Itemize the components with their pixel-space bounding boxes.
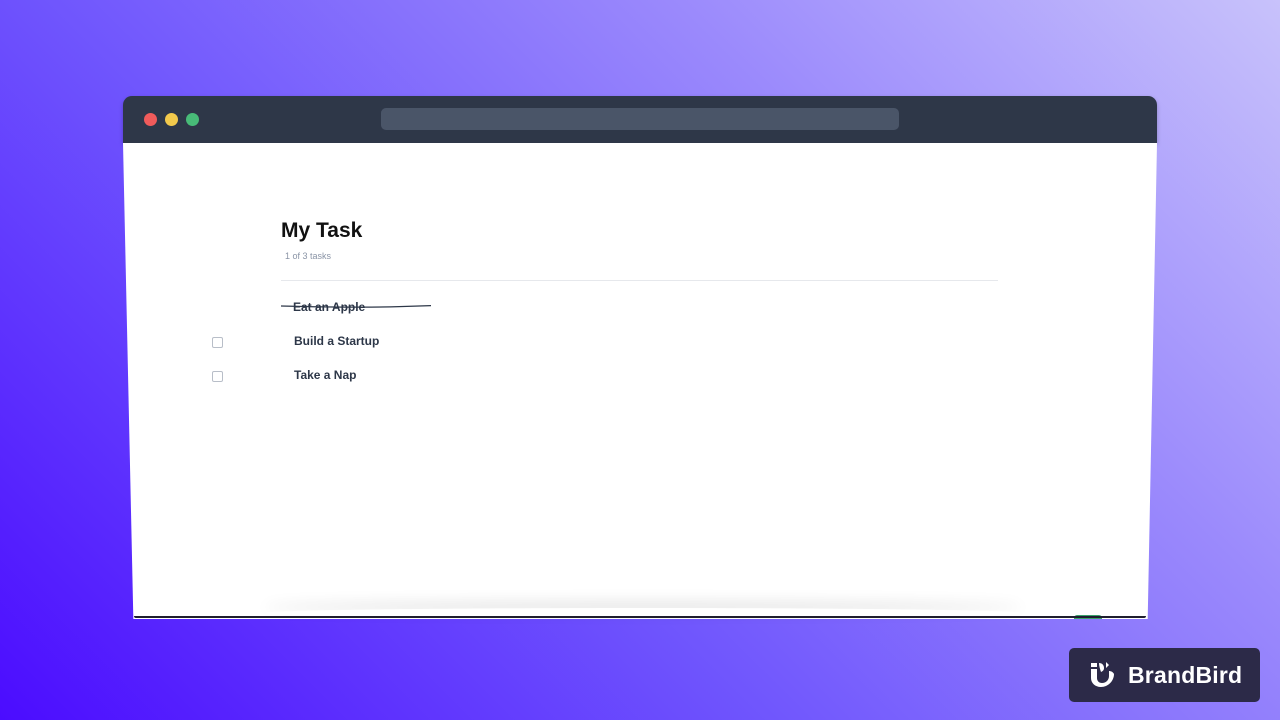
- task-app: My Task 1 of 3 tasks Eat an Apple Build …: [123, 143, 1157, 619]
- task-label[interactable]: Build a Startup: [294, 334, 379, 348]
- brandbird-badge[interactable]: BrandBird: [1069, 648, 1260, 702]
- page-title: My Task: [281, 219, 363, 242]
- brandbird-name: BrandBird: [1128, 662, 1243, 688]
- task-label[interactable]: Eat an Apple: [293, 300, 365, 314]
- task-checkbox[interactable]: [212, 337, 223, 348]
- add-task-button[interactable]: +: [1074, 615, 1102, 619]
- task-count: 1 of 3 tasks: [285, 251, 332, 261]
- address-bar[interactable]: [381, 108, 899, 130]
- task-item[interactable]: Take a Nap: [123, 367, 823, 387]
- browser-window: My Task 1 of 3 tasks Eat an Apple Build …: [123, 96, 1157, 619]
- task-checkbox[interactable]: [212, 371, 223, 382]
- task-item[interactable]: Eat an Apple: [123, 299, 823, 319]
- maximize-window-button[interactable]: [186, 113, 199, 126]
- brandbird-logo-icon: [1091, 662, 1114, 687]
- close-window-button[interactable]: [144, 113, 157, 126]
- task-label[interactable]: Take a Nap: [294, 368, 356, 382]
- task-item[interactable]: Build a Startup: [123, 333, 823, 353]
- divider: [281, 280, 998, 281]
- browser-titlebar: [123, 96, 1157, 143]
- window-bottom-edge: [134, 616, 1146, 618]
- minimize-window-button[interactable]: [165, 113, 178, 126]
